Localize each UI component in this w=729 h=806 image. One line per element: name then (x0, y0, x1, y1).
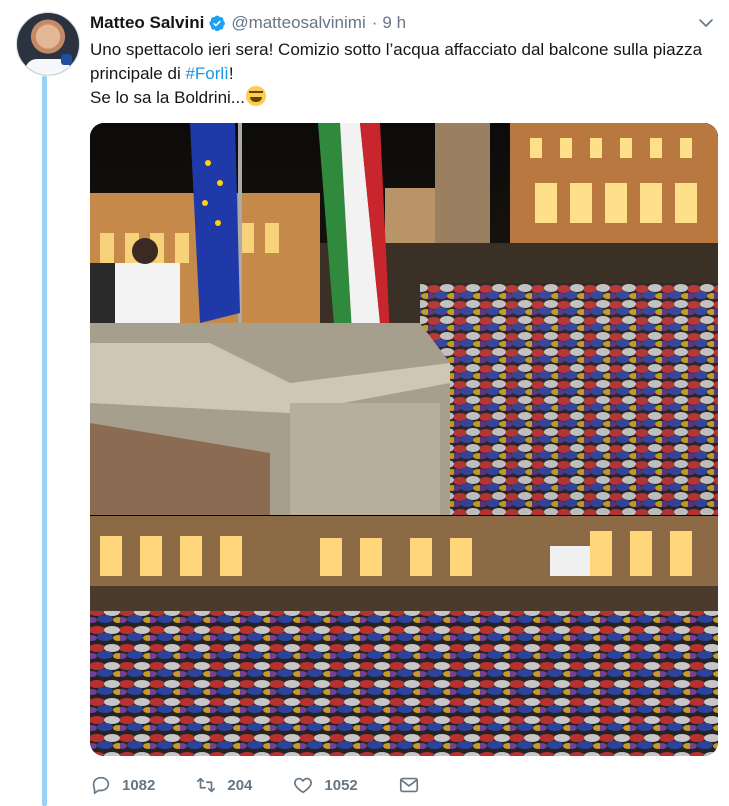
retweet-count: 204 (227, 776, 253, 794)
like-button[interactable]: 1052 (292, 774, 358, 796)
reply-button[interactable]: 1082 (90, 774, 155, 796)
author-handle[interactable]: @matteosalvinimi (231, 13, 365, 33)
thread-line (42, 76, 47, 806)
tweet-text-line2: Se lo sa la Boldrini... (90, 88, 245, 107)
tweet-header: Matteo Salvini @matteosalvinimi · 9 h (90, 12, 406, 34)
author-name[interactable]: Matteo Salvini (90, 13, 204, 33)
tweet-text-line1: Uno spettacolo ieri sera! Comizio sotto … (90, 40, 703, 83)
rolling-on-floor-laughing-emoji-icon (245, 86, 266, 106)
like-count: 1052 (324, 776, 358, 794)
chevron-down-icon[interactable] (697, 14, 715, 32)
avatar[interactable] (16, 12, 80, 76)
separator-dot: · (371, 13, 378, 32)
balcony-rally-photo[interactable] (90, 123, 718, 515)
direct-message-button[interactable] (398, 774, 420, 796)
retweet-icon (197, 777, 216, 793)
hashtag-link[interactable]: #Forlì (185, 64, 228, 83)
tweet-text-line1-end: ! (228, 64, 234, 83)
square-crowd-photo[interactable] (90, 516, 718, 756)
retweet-button[interactable]: 204 (195, 774, 252, 796)
tweet-text: Uno spettacolo ieri sera! Comizio sotto … (90, 38, 720, 110)
tweet-actions: 1082 204 1052 (90, 772, 460, 798)
heart-icon (294, 777, 313, 794)
mail-icon (399, 777, 418, 793)
media-container[interactable] (90, 123, 718, 756)
reply-count: 1082 (122, 776, 156, 794)
tweet-timestamp[interactable]: 9 h (382, 13, 406, 33)
reply-icon (92, 776, 110, 795)
verified-badge-icon (208, 14, 226, 32)
